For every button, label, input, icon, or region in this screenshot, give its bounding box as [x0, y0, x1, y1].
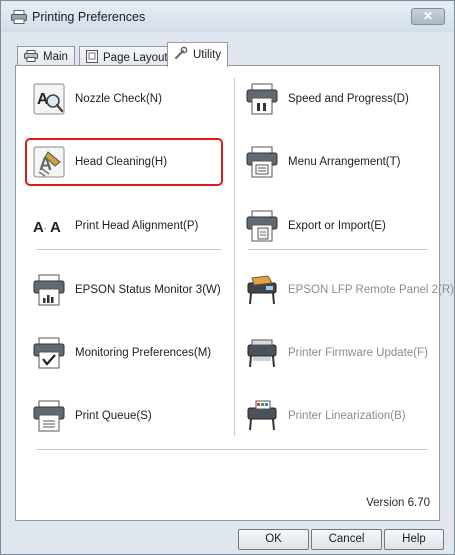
print-queue-label: Print Queue(S): [75, 410, 152, 422]
print-head-alignment-button[interactable]: A · A Print Head Alignment(P): [33, 206, 198, 246]
column-divider: [234, 78, 235, 436]
menu-arrangement-icon: [246, 146, 278, 178]
menu-arrangement-label: Menu Arrangement(T): [288, 156, 401, 168]
printer-icon: [11, 10, 27, 24]
svg-text:A: A: [50, 219, 61, 236]
linearization-icon: [247, 400, 277, 431]
linearization-label: Printer Linearization(B): [288, 410, 406, 422]
firmware-update-button[interactable]: Printer Firmware Update(F): [246, 333, 428, 373]
speed-progress-icon: [246, 83, 278, 115]
speed-progress-label: Speed and Progress(D): [288, 93, 409, 105]
print-queue-icon: [33, 400, 65, 432]
linearization-button[interactable]: Printer Linearization(B): [246, 396, 406, 436]
head-alignment-icon: A · A: [33, 219, 61, 236]
remote-panel-icon: [247, 275, 277, 305]
print-head-alignment-label: Print Head Alignment(P): [75, 220, 199, 232]
ok-button[interactable]: OK: [238, 529, 309, 550]
epson-status-monitor-label: EPSON Status Monitor 3(W): [75, 284, 221, 296]
export-import-button[interactable]: Export or Import(E): [246, 206, 386, 246]
nozzle-check-button[interactable]: A Nozzle Check(N): [33, 79, 162, 119]
firmware-update-icon: [247, 339, 277, 368]
remote-panel-button[interactable]: EPSON LFP Remote Panel 2(R): [246, 270, 454, 310]
speed-progress-button[interactable]: Speed and Progress(D): [246, 79, 409, 119]
wrench-icon: [175, 46, 188, 59]
nozzle-check-label: Nozzle Check(N): [75, 93, 162, 105]
title-bar: Printing Preferences ✕: [2, 2, 453, 32]
printer-icon: [24, 50, 38, 62]
page-layout-icon: [86, 50, 98, 63]
tab-utility-label: Utility: [193, 49, 222, 61]
bottom-divider: [36, 449, 428, 450]
monitoring-preferences-button[interactable]: Monitoring Preferences(M): [33, 333, 211, 373]
menu-arrangement-button[interactable]: Menu Arrangement(T): [246, 142, 401, 182]
close-button[interactable]: ✕: [411, 8, 445, 25]
firmware-update-label: Printer Firmware Update(F): [288, 347, 428, 359]
cancel-button[interactable]: Cancel: [311, 529, 382, 550]
svg-text:·: ·: [44, 223, 47, 234]
window-title: Printing Preferences: [32, 10, 146, 24]
printing-preferences-window: Printing Preferences ✕ Main Page Layout …: [0, 0, 455, 555]
help-button[interactable]: Help: [384, 529, 444, 550]
close-icon: ✕: [422, 9, 434, 23]
right-section-divider: [248, 249, 428, 250]
version-label: Version 6.70: [366, 497, 430, 509]
svg-text:A: A: [33, 219, 44, 236]
monitoring-preferences-label: Monitoring Preferences(M): [75, 347, 212, 359]
tab-page-layout-label: Page Layout: [103, 52, 168, 64]
utility-panel: A Nozzle Check(N) A Head Cleaning(H) A ·…: [15, 65, 454, 521]
export-import-label: Export or Import(E): [288, 220, 386, 232]
export-import-icon: [246, 210, 278, 242]
head-cleaning-highlight: [25, 138, 223, 186]
nozzle-check-icon: A: [33, 83, 65, 115]
monitoring-preferences-icon: [33, 337, 65, 369]
tab-utility[interactable]: Utility: [167, 42, 229, 67]
print-queue-button[interactable]: Print Queue(S): [33, 396, 152, 436]
remote-panel-label: EPSON LFP Remote Panel 2(R): [288, 284, 454, 296]
tab-main[interactable]: Main: [17, 46, 75, 66]
status-monitor-icon: [33, 274, 65, 306]
tab-main-label: Main: [43, 51, 68, 63]
epson-status-monitor-button[interactable]: EPSON Status Monitor 3(W): [33, 270, 221, 310]
tab-page-layout[interactable]: Page Layout: [79, 46, 175, 66]
left-section-divider: [36, 249, 221, 250]
